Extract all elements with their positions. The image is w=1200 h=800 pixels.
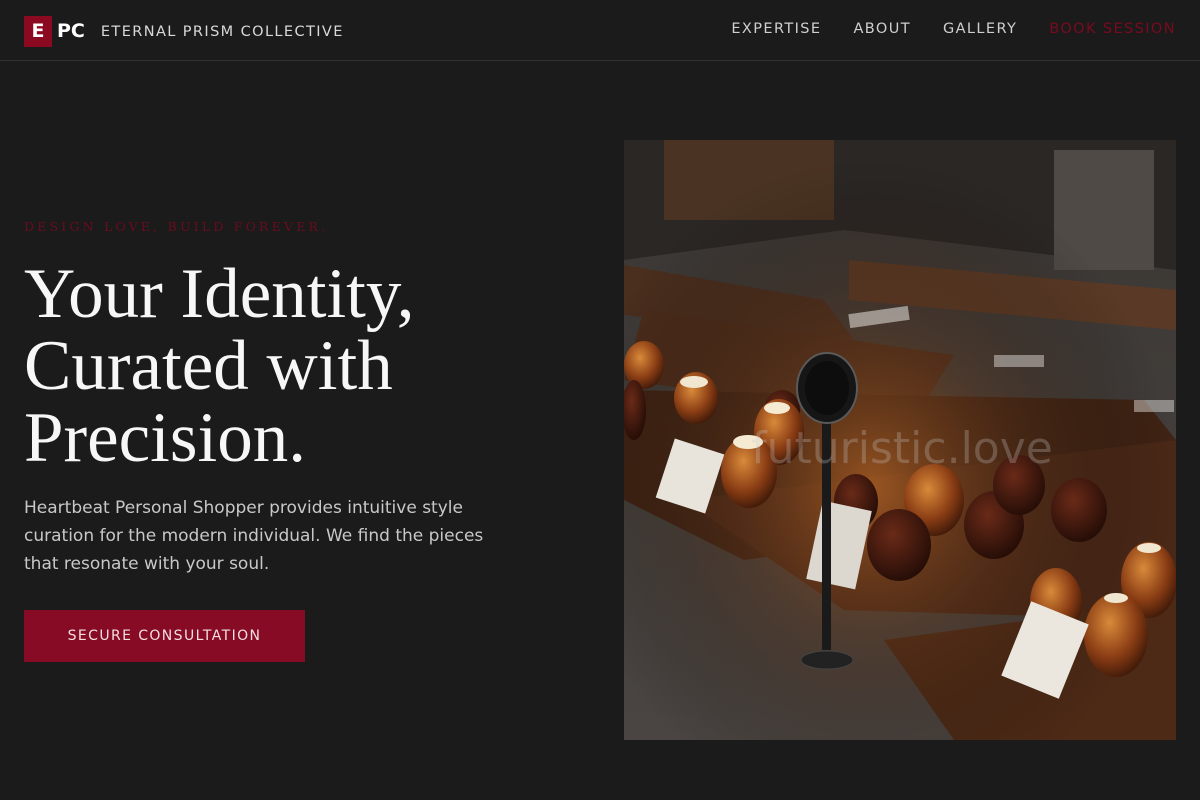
brand[interactable]: E PC ETERNAL PRISM COLLECTIVE [24, 15, 344, 48]
headline-line-3: Precision. [24, 399, 306, 477]
logo[interactable]: E PC [24, 16, 85, 47]
hero-headline: Your Identity, Curated with Precision. [24, 258, 544, 474]
hero-image: futuristic.love [624, 140, 1176, 740]
hero-description: Heartbeat Personal Shopper provides intu… [24, 498, 484, 574]
secure-consultation-button[interactable]: SECURE CONSULTATION [24, 610, 305, 662]
logo-text: PC [57, 20, 85, 42]
site-header: E PC ETERNAL PRISM COLLECTIVE EXPERTISE … [0, 0, 1200, 61]
hero-tagline: DESIGN LOVE, BUILD FOREVER. [24, 219, 329, 234]
headline-line-2: Curated with [24, 327, 393, 405]
logo-mark: E [24, 16, 52, 47]
pastry-display-photo [624, 140, 1176, 740]
main-nav: EXPERTISE ABOUT GALLERY BOOK SESSION [731, 19, 1176, 39]
nav-about[interactable]: ABOUT [853, 19, 911, 39]
nav-book-session[interactable]: BOOK SESSION [1049, 19, 1176, 39]
brand-name: ETERNAL PRISM COLLECTIVE [100, 24, 344, 40]
nav-gallery[interactable]: GALLERY [943, 19, 1017, 39]
nav-expertise[interactable]: EXPERTISE [731, 19, 821, 39]
headline-line-1: Your Identity, [24, 255, 415, 333]
